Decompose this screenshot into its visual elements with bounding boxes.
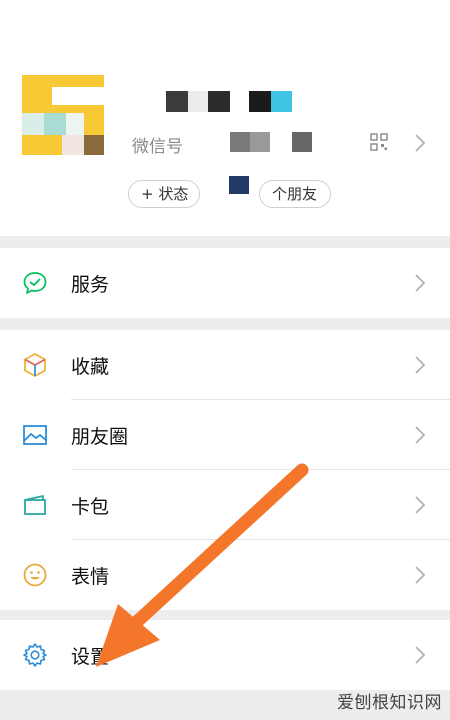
profile-header[interactable]: 微信号 + 状态 个朋友 xyxy=(0,0,450,236)
menu-item-label: 设置 xyxy=(71,646,110,668)
wechat-id-pixel xyxy=(230,132,250,152)
cube-icon xyxy=(24,353,46,377)
status-button[interactable]: + 状态 xyxy=(128,180,200,208)
nickname-pixel xyxy=(208,91,230,112)
menu-item-cards[interactable]: 卡包 xyxy=(0,470,450,540)
nickname-pixel xyxy=(166,91,188,112)
chevron-right-icon xyxy=(415,274,426,292)
menu-item-stickers[interactable]: 表情 xyxy=(0,540,450,610)
menu-item-settings[interactable]: 设置 xyxy=(0,620,450,690)
menu-item-label: 服务 xyxy=(71,274,110,296)
wechat-id-pixel xyxy=(250,132,270,152)
friends-status-button[interactable]: 个朋友 xyxy=(259,180,331,208)
chevron-right-icon[interactable] xyxy=(414,133,426,153)
wechat-id-label: 微信号 xyxy=(132,137,183,157)
chevron-right-icon xyxy=(415,566,426,584)
content-group: 收藏 朋友圈 卡包 表情 xyxy=(0,330,450,610)
services-icon xyxy=(23,272,47,294)
services-group: 服务 xyxy=(0,248,450,318)
smiley-icon xyxy=(23,563,47,587)
avatar[interactable] xyxy=(22,75,104,155)
chevron-right-icon xyxy=(415,356,426,374)
wechat-id-pixel xyxy=(292,132,312,152)
menu-item-label: 朋友圈 xyxy=(71,426,129,448)
menu-item-favorites[interactable]: 收藏 xyxy=(0,330,450,400)
settings-group: 设置 xyxy=(0,620,450,690)
nickname-pixel xyxy=(188,91,208,112)
image-icon xyxy=(23,425,47,445)
nickname-pixel xyxy=(249,91,271,112)
gear-icon xyxy=(23,643,47,667)
chevron-right-icon xyxy=(415,496,426,514)
menu-item-moments[interactable]: 朋友圈 xyxy=(0,400,450,470)
nickname-pixel xyxy=(271,91,292,112)
menu-item-services[interactable]: 服务 xyxy=(0,248,450,318)
menu-item-label: 卡包 xyxy=(71,496,110,518)
watermark: 爱刨根知识网 xyxy=(337,693,442,713)
chevron-right-icon xyxy=(415,426,426,444)
menu-item-label: 表情 xyxy=(71,566,110,588)
qr-code-icon[interactable] xyxy=(370,133,388,151)
menu-item-label: 收藏 xyxy=(71,356,110,378)
wallet-icon xyxy=(24,495,46,515)
friends-pixel xyxy=(229,176,249,194)
chevron-right-icon xyxy=(415,646,426,664)
